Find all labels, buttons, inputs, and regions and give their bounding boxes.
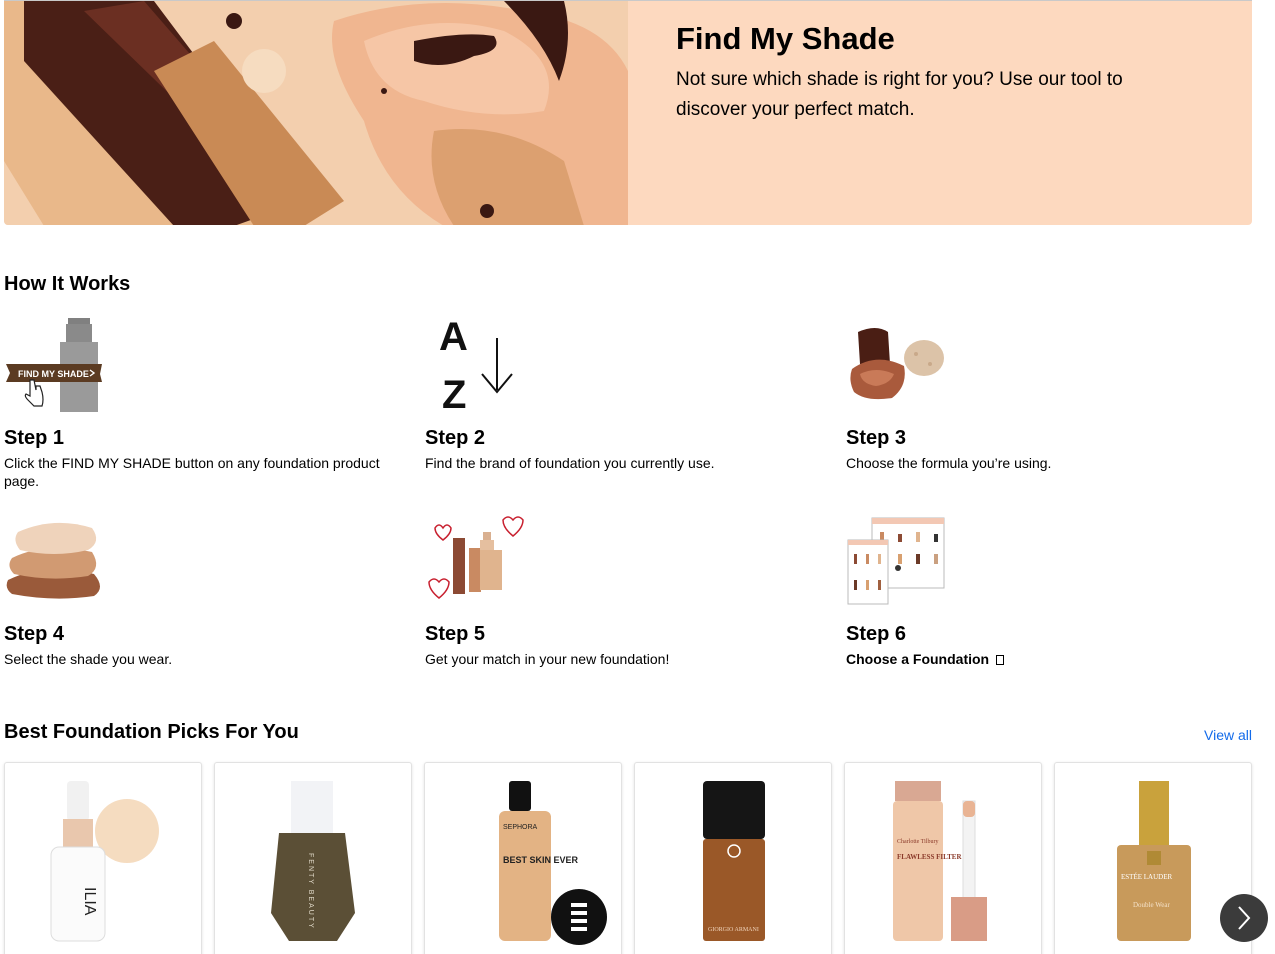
step-description: Find the brand of foundation you current… <box>425 455 715 471</box>
svg-text:BEST SKIN EVER: BEST SKIN EVER <box>503 855 579 865</box>
step-4: Step 4 Select the shade you wear. <box>4 510 394 668</box>
step-title: Step 6 <box>846 623 907 645</box>
svg-text:Charlotte Tilbury: Charlotte Tilbury <box>897 839 939 845</box>
external-link-icon <box>996 655 1004 665</box>
step-description: Click the FIND MY SHADE button on any fo… <box>4 455 380 489</box>
choose-foundation-link[interactable]: Choose a Foundation <box>846 650 1236 668</box>
carousel-next-button[interactable] <box>1220 894 1268 942</box>
product-card[interactable]: ILIA <box>4 762 202 954</box>
foundation-swatches-image <box>4 1 628 225</box>
choose-foundation-label: Choose a Foundation <box>846 651 990 667</box>
armani-product-image: GIORGIO ARMANI <box>703 781 765 941</box>
view-all-link[interactable]: View all <box>1204 727 1252 743</box>
svg-text:GIORGIO ARMANI: GIORGIO ARMANI <box>708 927 759 933</box>
svg-text:FLAWLESS FILTER: FLAWLESS FILTER <box>897 853 962 861</box>
product-card[interactable]: FENTY BEAUTY <box>214 762 412 954</box>
step-description: Select the shade you wear. <box>4 651 173 667</box>
formula-textures-image <box>846 314 946 414</box>
page: Find My Shade Not sure which shade is ri… <box>0 0 1275 954</box>
step-2: A Z Step 2 Find the brand of foundation … <box>425 314 815 472</box>
foundation-results-screens-image <box>846 510 946 610</box>
svg-text:A: A <box>439 315 468 359</box>
product-card[interactable]: Charlotte Tilbury FLAWLESS FILTER <box>844 762 1042 954</box>
svg-text:FENTY BEAUTY: FENTY BEAUTY <box>307 853 314 930</box>
charlotte-tilbury-product-image: Charlotte Tilbury FLAWLESS FILTER <box>893 781 987 941</box>
foundation-match-hearts-image <box>425 510 525 610</box>
svg-text:Double Wear: Double Wear <box>1133 901 1170 909</box>
best-picks-heading: Best Foundation Picks For You <box>4 721 299 743</box>
hero-title: Find My Shade <box>676 21 895 56</box>
step-description: Choose the formula you’re using. <box>846 455 1052 471</box>
step-6: Step 6 Choose a Foundation <box>846 510 1236 668</box>
step-title: Step 2 <box>425 427 486 449</box>
product-carousel: ILIA FENTY BEAUTY SEPHORA BEST SKIN EVER <box>4 762 1252 954</box>
how-it-works-heading: How It Works <box>4 273 131 295</box>
step-title: Step 1 <box>4 427 65 449</box>
step-1: FIND MY SHADE Step 1 Click the FIND MY S… <box>4 314 394 490</box>
ilia-product-image: ILIA <box>50 781 159 942</box>
step-5: Step 5 Get your match in your new founda… <box>425 510 815 668</box>
step-title: Step 4 <box>4 623 65 645</box>
svg-text:Z: Z <box>442 373 466 414</box>
a-to-z-sort-icon: A Z <box>425 314 525 417</box>
step-description: Get your match in your new foundation! <box>425 651 670 667</box>
hero-description: Not sure which shade is right for you? U… <box>676 69 1123 120</box>
svg-text:SEPHORA: SEPHORA <box>503 824 538 831</box>
step-title: Step 3 <box>846 427 907 449</box>
fenty-product-image: FENTY BEAUTY <box>271 781 355 941</box>
chevron-right-icon <box>1238 906 1251 930</box>
product-card[interactable]: GIORGIO ARMANI <box>634 762 832 954</box>
find-my-shade-button-illustration: FIND MY SHADE <box>4 314 104 414</box>
shade-swatches-image <box>4 510 104 610</box>
find-my-shade-banner: Find My Shade Not sure which shade is ri… <box>4 0 1252 225</box>
step-3: Step 3 Choose the formula you’re using. <box>846 314 1236 472</box>
svg-text:FIND MY SHADE: FIND MY SHADE <box>18 369 89 379</box>
sephora-best-skin-ever-image: SEPHORA BEST SKIN EVER <box>499 781 607 945</box>
step-title: Step 5 <box>425 623 486 645</box>
product-card[interactable]: SEPHORA BEST SKIN EVER <box>424 762 622 954</box>
svg-text:ILIA: ILIA <box>81 887 98 916</box>
svg-text:ESTÉE LAUDER: ESTÉE LAUDER <box>1121 873 1172 881</box>
